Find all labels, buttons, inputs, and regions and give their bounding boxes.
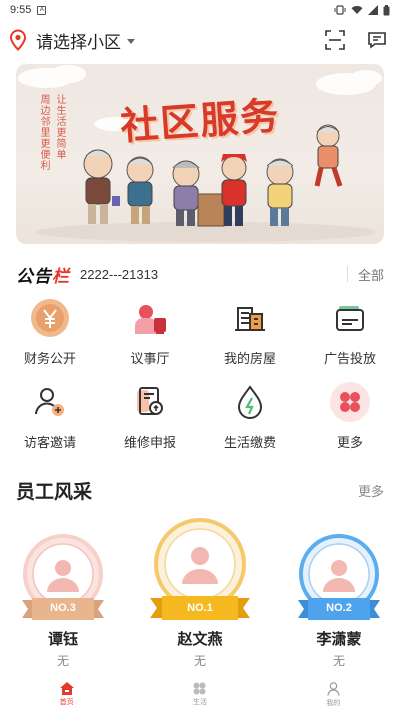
nav-life[interactable]: 生活 <box>133 676 266 712</box>
signal-icon <box>368 5 378 15</box>
notice-logo: 公告栏 <box>16 266 70 286</box>
staff-rank: NO.2 <box>326 602 352 614</box>
status-bar: 9:55 A <box>0 0 400 20</box>
staff-subtitle: 无 <box>56 654 69 668</box>
home-icon <box>59 682 74 695</box>
staff-more-link[interactable]: 更多 <box>358 481 384 500</box>
location-pin-icon[interactable] <box>8 29 28 51</box>
community-service-banner[interactable]: 社区服务 让生活更简单 周边邻里更便利 <box>16 64 384 244</box>
service-meeting-hall[interactable]: 议事厅 <box>100 298 200 372</box>
top-header: 请选择小区 <box>0 24 400 56</box>
ad-card-icon <box>330 298 370 338</box>
notice-bar[interactable]: 公告栏 2222---21313 全部 <box>16 262 384 286</box>
staff-rank: NO.3 <box>50 602 76 614</box>
add-visitor-icon <box>30 382 70 422</box>
status-time: 9:55 <box>10 4 32 16</box>
staff-avatar-no3 <box>22 534 104 620</box>
message-icon <box>368 32 386 49</box>
community-selector[interactable]: 请选择小区 <box>36 28 121 53</box>
service-ad-placement[interactable]: 广告投放 <box>300 298 400 372</box>
grid-clover-icon <box>193 682 206 695</box>
scan-button[interactable] <box>324 29 346 51</box>
user-icon <box>327 682 340 696</box>
staff-name: 谭钰 <box>47 631 78 648</box>
battery-icon <box>383 4 390 15</box>
staff-avatar-no2 <box>298 534 380 620</box>
app-notification-icon: A <box>37 5 47 15</box>
notice-text[interactable]: 2222---21313 <box>80 267 158 282</box>
nav-home[interactable]: 首页 <box>0 676 133 712</box>
vibrate-icon <box>334 5 346 15</box>
service-my-house[interactable]: 我的房屋 <box>200 298 300 372</box>
service-grid: 财务公开 议事厅 我的房屋 广告投放 访客邀请 维修申报 生活缴费 更多 <box>0 298 400 456</box>
banner-slogan-left: 周边邻里更便利 <box>38 94 49 171</box>
banner-slogan-right: 让生活更简单 <box>54 94 65 160</box>
notice-all-link[interactable]: 全部 <box>358 265 384 284</box>
more-clover-icon <box>330 382 370 422</box>
building-icon <box>230 298 270 338</box>
service-repair-report[interactable]: 维修申报 <box>100 382 200 456</box>
staff-name: 赵文燕 <box>177 631 223 648</box>
staff-subtitle: 无 <box>332 654 345 668</box>
staff-rank: NO.1 <box>187 602 213 614</box>
repair-report-icon <box>130 382 170 422</box>
staff-section-header: 员工风采 更多 <box>16 478 384 503</box>
staff-card-no1[interactable]: NO.1 赵文燕 无 <box>148 516 252 672</box>
staff-name: 李潇蒙 <box>316 631 362 648</box>
scan-icon <box>325 30 345 50</box>
staff-card-no2[interactable]: NO.2 李潇蒙 无 <box>294 532 384 672</box>
wifi-icon <box>351 6 363 14</box>
banner-title: 社区服务 <box>118 92 282 149</box>
staff-subtitle: 无 <box>193 654 206 668</box>
chevron-down-icon[interactable] <box>127 38 135 44</box>
bottom-navigation: 首页 生活 我的 <box>0 676 400 712</box>
service-visitor-invite[interactable]: 访客邀请 <box>0 382 100 456</box>
service-finance[interactable]: 财务公开 <box>0 298 100 372</box>
nav-mine[interactable]: 我的 <box>267 676 400 712</box>
service-more[interactable]: 更多 <box>300 382 400 456</box>
messages-button[interactable] <box>366 29 388 51</box>
service-utility-payment[interactable]: 生活缴费 <box>200 382 300 456</box>
staff-section-title: 员工风采 <box>16 481 93 503</box>
yuan-coin-icon <box>30 298 70 338</box>
divider <box>346 266 348 282</box>
utility-drop-icon <box>230 382 270 422</box>
staff-card-no3[interactable]: NO.3 谭钰 无 <box>18 532 108 672</box>
meeting-hall-icon <box>130 298 170 338</box>
